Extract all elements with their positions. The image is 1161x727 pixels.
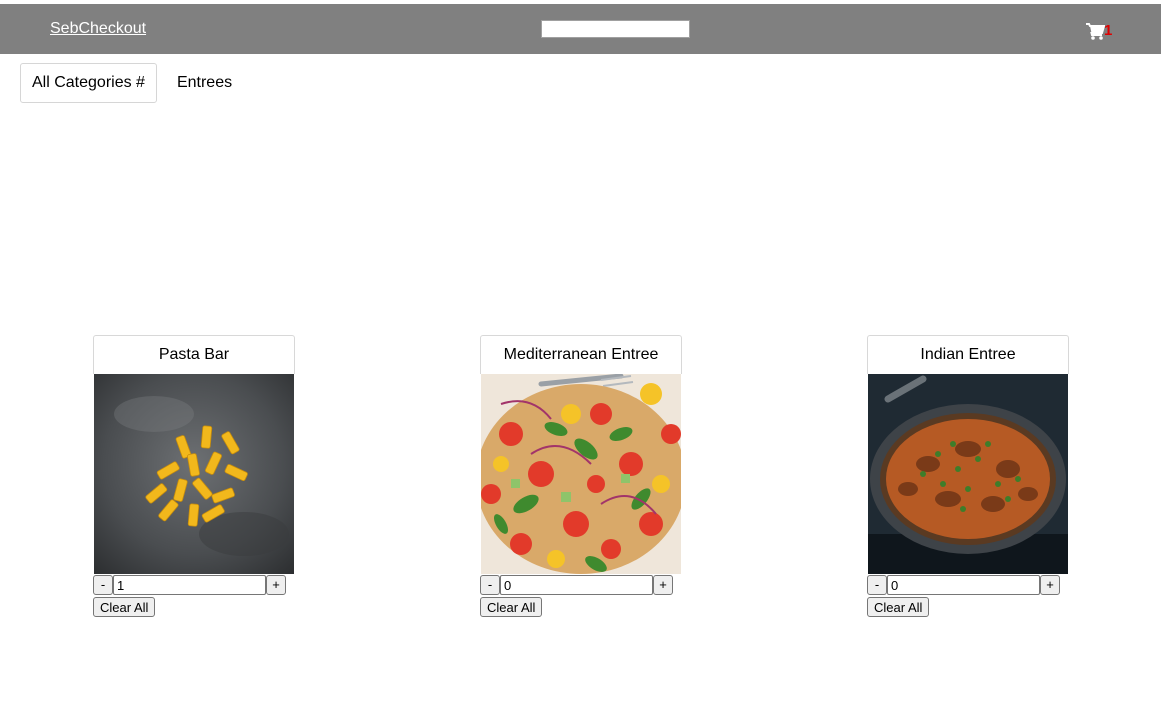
product-card-indian-entree: Indian Entree - + Clear All (867, 335, 1069, 617)
quantity-controls: - + (480, 575, 682, 595)
product-card-pasta-bar: Pasta Bar - 1 + Clear All (93, 335, 295, 617)
clear-all-button[interactable]: Clear All (93, 597, 156, 617)
clear-all-button[interactable]: Clear All (867, 597, 930, 617)
cart-button[interactable]: 1 (1086, 21, 1112, 41)
product-card-mediterranean-entree: Mediterranean Entree - 0 + Clear All (480, 335, 682, 617)
search-input[interactable] (541, 20, 690, 38)
quantity-controls: - + (867, 575, 1069, 595)
clear-all-button[interactable]: Clear All (480, 597, 543, 617)
product-title: Indian Entree (867, 335, 1069, 374)
decrement-button[interactable]: - (867, 575, 887, 595)
decrement-button[interactable]: - (480, 575, 500, 595)
product-title: Mediterranean Entree (480, 335, 682, 374)
increment-button[interactable]: + (1040, 575, 1060, 595)
increment-button[interactable]: + (653, 575, 673, 595)
quantity-input[interactable] (500, 575, 653, 595)
quantity-input[interactable] (113, 575, 266, 595)
pasta-image (94, 374, 294, 574)
brand-link[interactable]: SebCheckout (50, 20, 146, 38)
cart-count-badge: 1 (1104, 22, 1113, 39)
quantity-input[interactable] (887, 575, 1040, 595)
category-entrees[interactable]: Entrees (177, 74, 232, 92)
navbar: SebCheckout 1 (0, 4, 1161, 54)
category-bar: All Categories # Entrees (20, 63, 232, 103)
product-title: Pasta Bar (93, 335, 295, 374)
mediterranean-salad-image (481, 374, 681, 574)
increment-button[interactable]: + (266, 575, 286, 595)
indian-curry-image (868, 374, 1068, 574)
decrement-button[interactable]: - (93, 575, 113, 595)
quantity-controls: - + (93, 575, 295, 595)
cart-icon (1086, 22, 1105, 40)
all-categories-button[interactable]: All Categories # (20, 63, 157, 103)
